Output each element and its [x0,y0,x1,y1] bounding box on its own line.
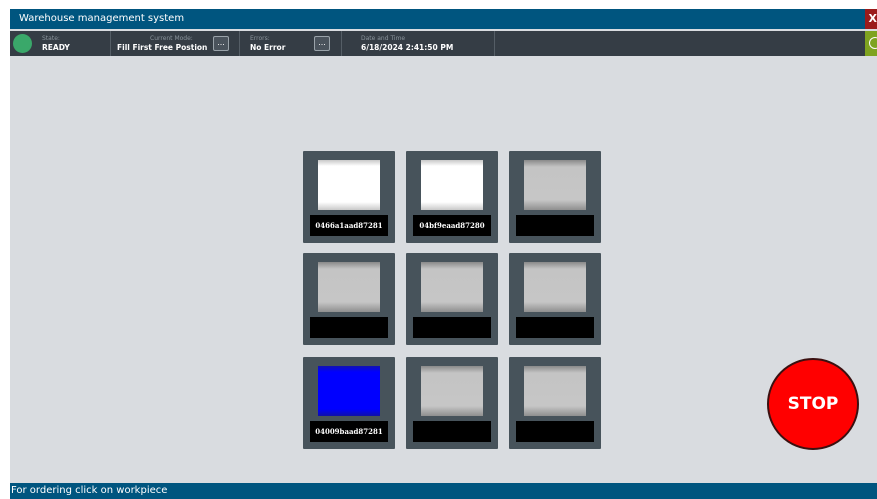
divider [341,31,342,56]
rfid-label [516,215,594,236]
workpiece-tray[interactable] [421,366,483,416]
divider [110,31,111,56]
footer-bar: For ordering click on workpiece [10,483,877,499]
storage-cell-6[interactable] [509,253,601,345]
rfid-label [413,317,491,338]
storage-cell-2[interactable]: 04bf9eaad87280 [406,151,498,243]
workpiece-tray[interactable] [318,262,380,312]
workpiece-tray[interactable] [524,366,586,416]
errors-caption: Errors: [250,35,270,42]
state-indicator-icon [13,34,32,53]
mode-caption: Current Mode: [150,35,193,42]
rfid-label [516,421,594,442]
storage-cell-9[interactable] [509,357,601,449]
workpiece-tray[interactable] [524,160,586,210]
rfid-label [516,317,594,338]
errors-value: No Error [250,43,286,52]
rfid-label: 04009baad87281 [310,421,388,442]
rfid-label: 0466a1aad87281 [310,215,388,236]
ellipsis-icon: ... [217,38,225,47]
workpiece-tray[interactable] [421,262,483,312]
stop-button[interactable]: STOP [767,358,859,450]
status-bar: State: READY Current Mode: Fill First Fr… [10,31,865,56]
storage-cell-3[interactable] [509,151,601,243]
rfid-label [413,421,491,442]
ellipsis-icon: ... [318,38,326,47]
storage-cell-5[interactable] [406,253,498,345]
rfid-label [310,317,388,338]
storage-cell-1[interactable]: 0466a1aad87281 [303,151,395,243]
workpiece-tray[interactable] [318,160,380,210]
check-circle-icon [869,37,877,49]
workpiece-tray[interactable] [421,160,483,210]
state-value: READY [42,43,70,52]
close-button[interactable]: X [865,9,877,29]
storage-grid: 0466a1aad87281 04bf9eaad87280 04009baad8… [303,151,601,450]
window-title: Warehouse management system [19,13,185,24]
divider [494,31,495,56]
title-bar: Warehouse management system [10,9,865,29]
state-caption: State: [42,35,60,42]
datetime-value: 6/18/2024 2:41:50 PM [361,43,454,52]
storage-cell-8[interactable] [406,357,498,449]
main-window: Warehouse management system X State: REA… [10,9,877,499]
close-icon: X [868,12,877,25]
errors-more-button[interactable]: ... [314,36,330,51]
mode-more-button[interactable]: ... [213,36,229,51]
stop-label: STOP [787,394,839,414]
footer-hint: For ordering click on workpiece [11,485,168,496]
storage-cell-4[interactable] [303,253,395,345]
divider [239,31,240,56]
datetime-caption: Date and Time [361,35,406,42]
workpiece-tray[interactable] [318,366,380,416]
rfid-label: 04bf9eaad87280 [413,215,491,236]
mode-value: Fill First Free Postion [117,43,208,52]
storage-cell-7[interactable]: 04009baad87281 [303,357,395,449]
workpiece-tray[interactable] [524,262,586,312]
confirm-button[interactable] [865,31,877,56]
